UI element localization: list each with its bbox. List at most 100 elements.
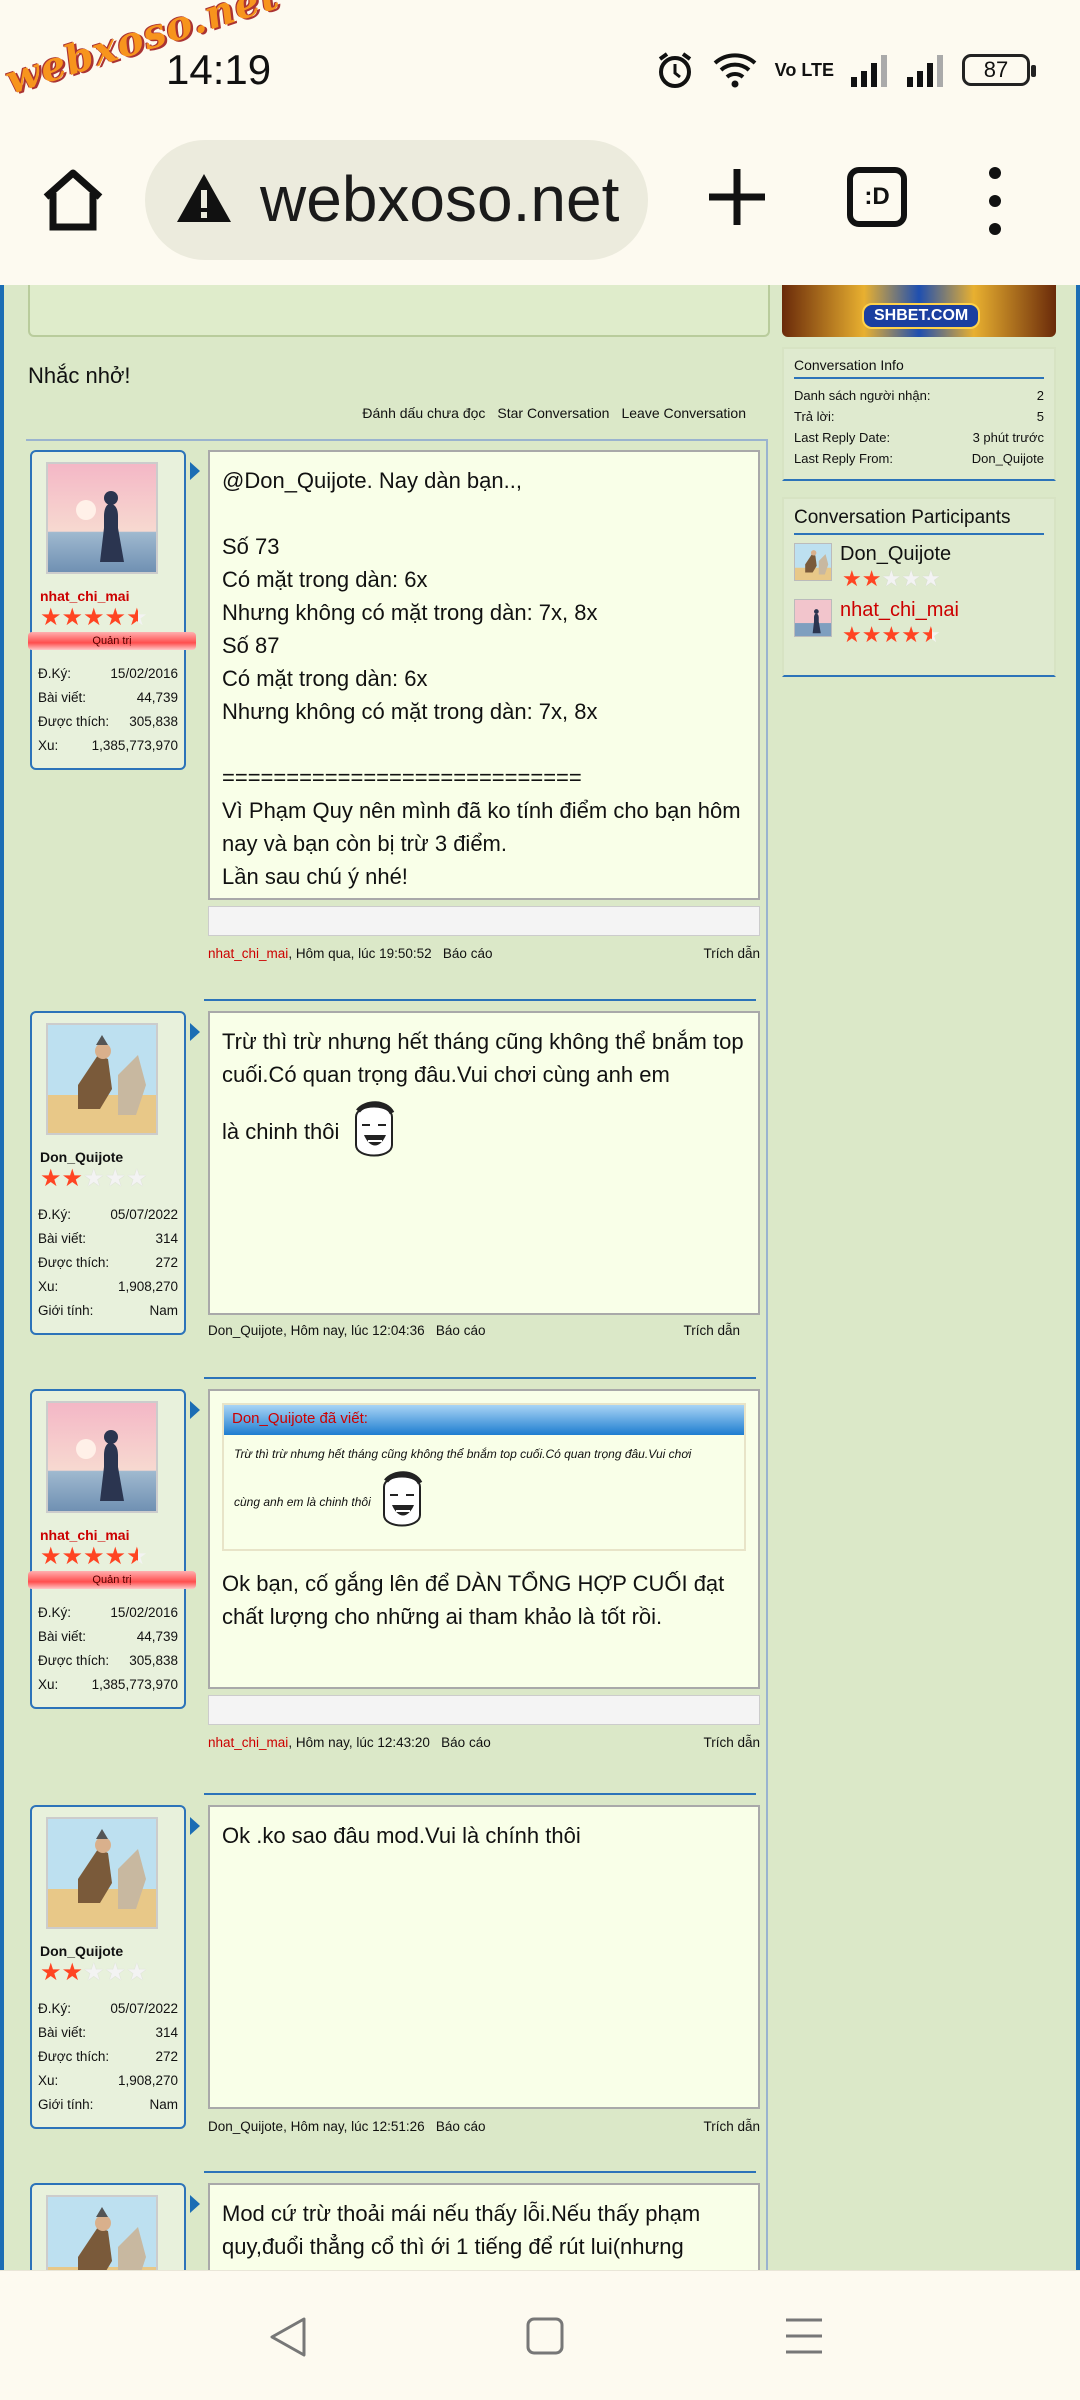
rating-stars: ★ ★ ★ ★ ★ xyxy=(40,1165,148,1192)
address-bar[interactable]: webxoso.net xyxy=(145,140,648,260)
post-separator xyxy=(204,1377,756,1379)
quote-link[interactable]: Trích dẫn xyxy=(703,946,760,961)
rating-stars: ★ ★ ★ ★ ★ xyxy=(40,1959,148,1986)
participant-name[interactable]: nhat_chi_mai xyxy=(840,599,959,621)
quote-link[interactable]: Trích dẫn xyxy=(703,2119,760,2134)
yao-ming-meme-icon xyxy=(354,1101,394,1157)
rating-stars: ★ ★ ★ ★ ★ xyxy=(40,604,148,631)
quote-header[interactable]: Don_Quijote đã viết: xyxy=(224,1405,744,1435)
username-don[interactable]: Don_Quijote xyxy=(40,1943,178,1959)
avatar-don[interactable] xyxy=(46,1023,158,1135)
last-reply-user[interactable]: Don_Quijote xyxy=(972,448,1044,469)
more-menu-icon[interactable] xyxy=(980,161,1010,241)
home-icon[interactable] xyxy=(38,165,108,235)
rating-stars: ★ ★ ★ ★ ★ xyxy=(842,566,941,591)
post-separator xyxy=(204,2171,756,2173)
avatar-don[interactable] xyxy=(46,1817,158,1929)
recents-menu-icon[interactable] xyxy=(784,2317,824,2355)
message-body: Ok .ko sao đâu mod.Vui là chính thôi xyxy=(208,1805,760,2109)
post-author[interactable]: nhat_chi_mai xyxy=(208,946,288,961)
participants-title: Conversation Participants xyxy=(794,507,1044,535)
warning-icon[interactable] xyxy=(175,172,233,224)
home-nav-icon[interactable] xyxy=(526,2317,564,2355)
quote-link[interactable]: Trích dẫn xyxy=(703,1735,760,1750)
signature-bar xyxy=(208,906,760,936)
conversation-actions: Đánh dấu chưa đọc Star Conversation Leav… xyxy=(362,405,746,421)
mark-unread-link[interactable]: Đánh dấu chưa đọc xyxy=(362,405,485,421)
system-nav-bar xyxy=(0,2270,1080,2400)
conversation-info-title: Conversation Info xyxy=(794,357,1044,379)
report-link[interactable]: Báo cáo xyxy=(436,1323,486,1338)
forum-page: Nhắc nhở! Đánh dấu chưa đọc Star Convers… xyxy=(0,285,1080,2270)
battery-icon: 87 xyxy=(962,54,1036,86)
report-link[interactable]: Báo cáo xyxy=(436,2119,486,2134)
quote-text: Trừ thì trừ nhưng hết tháng cũng không t… xyxy=(224,1435,744,1549)
participant-don[interactable]: Don_Quijote ★ ★ ★ ★ ★ xyxy=(794,543,1044,591)
participants-box: Conversation Participants Don_Quijote ★ ★… xyxy=(782,497,1056,677)
browser-toolbar: webxoso.net :D xyxy=(0,135,1080,285)
post-meta: Don_Quijote, Hôm nay, lúc 12:51:26 Báo c… xyxy=(208,2119,760,2134)
username-don[interactable]: Don_Quijote xyxy=(40,1149,178,1165)
username-nhat[interactable]: nhat_chi_mai xyxy=(40,588,178,604)
avatar-nhat[interactable] xyxy=(46,1401,158,1513)
participant-avatar[interactable] xyxy=(794,543,832,581)
rating-stars: ★ ★ ★ ★ ★ xyxy=(842,622,941,647)
yao-ming-meme-icon xyxy=(383,1471,423,1527)
clock: 14:19 xyxy=(166,46,272,93)
conversation-info-box: Conversation Info Danh sách người nhận: 2… xyxy=(782,347,1056,481)
role-badge: Quản trị xyxy=(28,632,196,650)
star-conversation-link[interactable]: Star Conversation xyxy=(497,405,609,421)
post-meta: nhat_chi_mai, Hôm qua, lúc 19:50:52 Báo … xyxy=(208,946,760,961)
rating-stars: ★ ★ ★ ★ ★ xyxy=(40,1543,148,1570)
status-bar: webxoso.net 14:19 Vo LTE 87 xyxy=(0,0,1080,135)
message-body: Trừ thì trừ nhưng hết tháng cũng không t… xyxy=(208,1011,760,1315)
message-body: Mod cứ trừ thoải mái nếu thấy lỗi.Nếu th… xyxy=(208,2183,760,2270)
post-meta: Don_Quijote, Hôm nay, lúc 12:04:36 Báo c… xyxy=(208,1323,760,1338)
quote-link[interactable]: Trích dẫn xyxy=(683,1323,740,1338)
post-author[interactable]: Don_Quijote xyxy=(208,1323,283,1338)
new-tab-icon[interactable] xyxy=(705,165,769,229)
role-badge: Quản trị xyxy=(28,1571,196,1589)
reply-box-bottom xyxy=(28,285,770,337)
post-author[interactable]: Don_Quijote xyxy=(208,2119,283,2134)
tab-switcher-button[interactable]: :D xyxy=(847,167,907,227)
leave-conversation-link[interactable]: Leave Conversation xyxy=(621,405,746,421)
back-icon[interactable] xyxy=(268,2315,308,2359)
report-link[interactable]: Báo cáo xyxy=(443,946,493,961)
sidebar: SHBET.COM Conversation Info Danh sách ng… xyxy=(782,285,1056,677)
user-stats: Đ.Ký: 05/07/2022 Bài viết: 314 Được thích:… xyxy=(38,1207,178,1318)
status-icons: Vo LTE 87 xyxy=(655,50,1036,90)
ad-banner[interactable]: SHBET.COM xyxy=(782,285,1056,337)
message-body: @Don_Quijote. Nay dàn bạn.., Số 73 Có mặt … xyxy=(208,450,760,900)
signature-bar xyxy=(208,1695,760,1725)
conversation-title: Nhắc nhở! xyxy=(28,363,131,388)
report-link[interactable]: Báo cáo xyxy=(441,1735,491,1750)
user-info-nhat: nhat_chi_mai ★ ★ ★ ★ ★ Quản trị Đ.Ký: 15/02/2… xyxy=(28,450,200,770)
user-stats: Đ.Ký: 15/02/2016 Bài viết: 44,739 Được thí… xyxy=(38,666,178,753)
avatar-don[interactable] xyxy=(46,2195,158,2270)
participant-nhat[interactable]: nhat_chi_mai ★ ★ ★ ★ ★ xyxy=(794,599,1044,647)
post-time: , Hôm nay, lúc 12:51:26 xyxy=(283,2119,425,2134)
alarm-icon xyxy=(658,52,691,88)
post-time: , Hôm nay, lúc 12:04:36 xyxy=(283,1323,425,1338)
post-meta: nhat_chi_mai, Hôm nay, lúc 12:43:20 Báo … xyxy=(208,1735,760,1750)
signal-icon-1 xyxy=(851,55,887,87)
signal-icon-2 xyxy=(907,55,943,87)
wifi-icon xyxy=(713,53,757,88)
username-nhat[interactable]: nhat_chi_mai xyxy=(40,1527,178,1543)
post-time: , Hôm nay, lúc 12:43:20 xyxy=(288,1735,430,1750)
url-text[interactable]: webxoso.net xyxy=(260,162,619,236)
participant-name[interactable]: Don_Quijote xyxy=(840,543,951,565)
user-info-nhat: nhat_chi_mai ★ ★ ★ ★ ★ Quản trị Đ.Ký: 15/02/2… xyxy=(28,1389,200,1709)
post-author[interactable]: nhat_chi_mai xyxy=(208,1735,288,1750)
post-time: , Hôm qua, lúc 19:50:52 xyxy=(288,946,432,961)
avatar-nhat[interactable] xyxy=(46,462,158,574)
user-stats: Đ.Ký: 05/07/2022 Bài viết: 314 Được thích:… xyxy=(38,2001,178,2112)
message-body: Don_Quijote đã viết: Trừ thì trừ nhưng h… xyxy=(208,1389,760,1689)
participant-avatar[interactable] xyxy=(794,599,832,637)
user-info-don: Don_Quijote ★ ★ ★ ★ ★ Đ.Ký: 05/07/2022 Bài vi… xyxy=(30,1011,200,1335)
quote-block: Don_Quijote đã viết: Trừ thì trừ nhưng h… xyxy=(222,1403,746,1551)
volte-indicator: Vo LTE xyxy=(774,60,834,80)
user-stats: Đ.Ký: 15/02/2016 Bài viết: 44,739 Được thí… xyxy=(38,1605,178,1692)
post-separator xyxy=(204,999,756,1001)
